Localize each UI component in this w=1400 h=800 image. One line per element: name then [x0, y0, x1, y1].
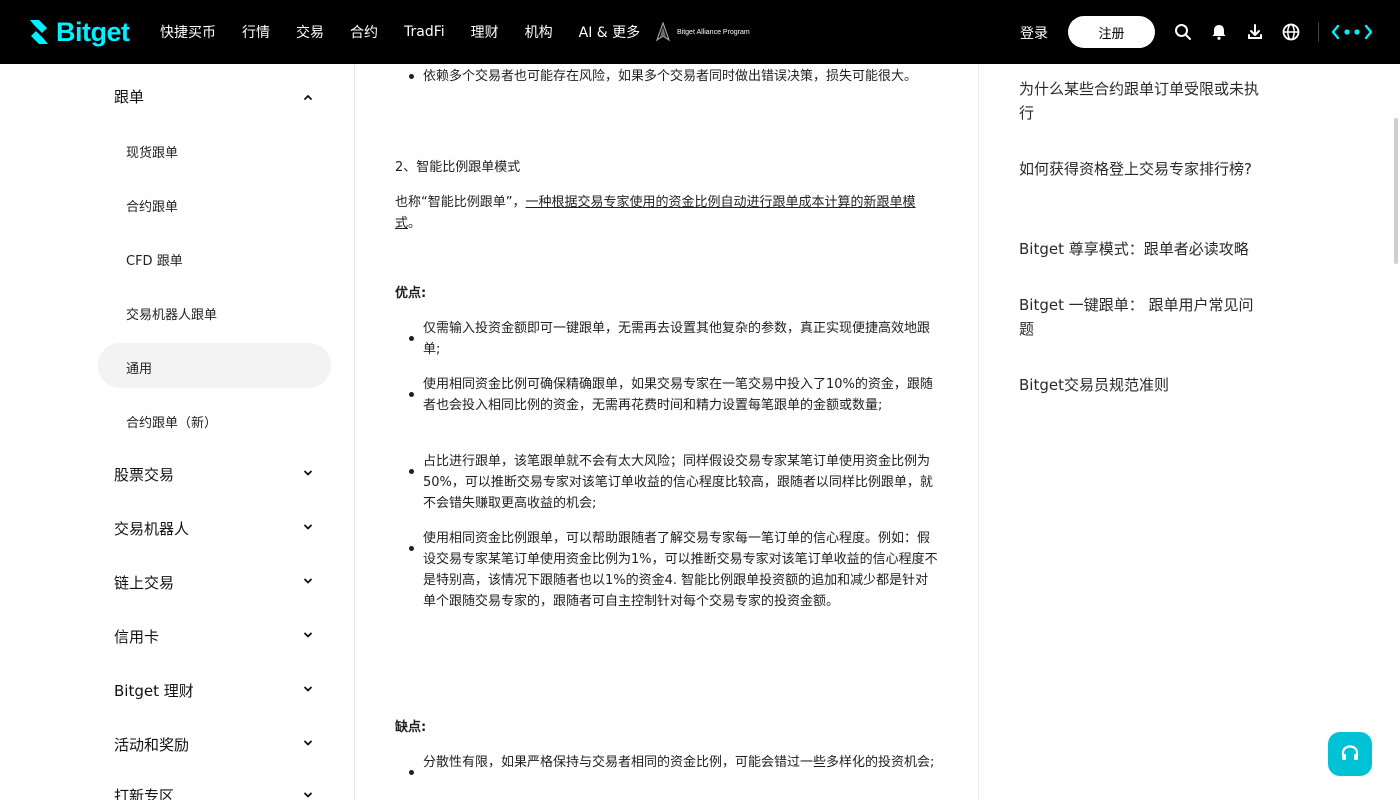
bullet-dot: [409, 546, 414, 551]
mode2-intro-suffix: 。: [408, 216, 422, 231]
sidebar-section-credit-card[interactable]: 信用卡: [114, 626, 159, 647]
sidebar-item-general[interactable]: 通用: [126, 358, 152, 377]
sidebar-item-cfd-copy[interactable]: CFD 跟单: [126, 250, 183, 269]
bitget-logo[interactable]: Bitget: [24, 16, 130, 48]
bullet-dot: [409, 392, 414, 397]
nav-markets[interactable]: 行情: [242, 22, 270, 42]
cons-heading: 缺点:: [395, 720, 427, 735]
nav-institutional[interactable]: 机构: [525, 22, 553, 42]
sidebar-item-futures-copy[interactable]: 合约跟单: [126, 196, 178, 215]
headset-icon: [1341, 745, 1359, 760]
related-article-link[interactable]: 如何获得资格登上交易专家排行榜?: [1019, 157, 1264, 181]
nav-futures[interactable]: 合约: [350, 22, 378, 42]
dots-icon[interactable]: [1332, 24, 1372, 40]
mode2-heading: 2、智能比例跟单模式: [395, 160, 521, 175]
chevron-down-icon[interactable]: [302, 683, 314, 695]
chevron-down-icon[interactable]: [302, 467, 314, 479]
login-link[interactable]: 登录: [1020, 23, 1048, 43]
related-article-link[interactable]: 为什么某些合约跟单订单受限或未执行: [1019, 77, 1264, 125]
sidebar-section-copy-trading[interactable]: 跟单: [114, 86, 144, 107]
related-article-link[interactable]: Bitget 尊享模式：跟单者必读攻略: [1019, 237, 1264, 261]
risk-bullet-text: 依赖多个交易者也可能存在风险，如果多个交易者同时做出错误决策，损失可能很大。: [423, 69, 918, 84]
bell-icon[interactable]: [1209, 22, 1229, 42]
related-article-link[interactable]: Bitget交易员规范准则: [1019, 373, 1264, 397]
chevron-down-icon[interactable]: [302, 629, 314, 641]
mode2-intro-prefix: 也称“智能比例跟单”，: [395, 195, 526, 210]
nav-quick-buy[interactable]: 快捷买币: [160, 22, 216, 42]
sidebar-section-stocks[interactable]: 股票交易: [114, 464, 174, 485]
pros-item-2: 使用相同资金比例可确保精确跟单，如果交易专家在一笔交易中投入了10%的资金，跟随…: [423, 377, 933, 413]
pros-item-1: 仅需输入投资金额即可一键跟单，无需再去设置其他复杂的参数，真正实现便捷高效地跟单…: [423, 321, 931, 357]
cons-item-1: 分散性有限，如果严格保持与交易者相同的资金比例，可能会错过一些多样化的投资机会;: [423, 755, 935, 770]
nav-ai-more[interactable]: AI & 更多: [579, 22, 641, 42]
alliance-program-label: Bitget Alliance Program: [677, 28, 750, 36]
related-article-link[interactable]: Bitget 一键跟单： 跟单用户常见问题: [1019, 293, 1264, 341]
sidebar-section-earn[interactable]: Bitget 理财: [114, 680, 194, 701]
nav-tradfi[interactable]: TradFi: [404, 24, 445, 40]
pros-item-4: 使用相同资金比例跟单，可以帮助跟随者了解交易专家每一笔订单的信心程度。例如：假设…: [423, 531, 938, 609]
chevron-up-icon[interactable]: [302, 91, 314, 103]
globe-icon[interactable]: [1281, 22, 1301, 42]
mode2-intro: 也称“智能比例跟单”，一种根据交易专家使用的资金比例自动进行跟单成本计算的新跟单…: [395, 192, 940, 234]
nav-trade[interactable]: 交易: [296, 22, 324, 42]
bullet-dot: [409, 74, 414, 79]
bitget-logo-icon: [30, 20, 48, 44]
chevron-down-icon[interactable]: [302, 737, 314, 749]
brand-name: Bitget: [56, 16, 130, 47]
sidebar-section-trading-bots[interactable]: 交易机器人: [114, 518, 189, 539]
main-nav: 快捷买币 行情 交易 合约 TradFi 理财 机构 AI & 更多: [160, 0, 666, 64]
sidebar-item-futures-copy-new[interactable]: 合约跟单（新）: [126, 412, 217, 431]
chevron-down-icon[interactable]: [302, 521, 314, 533]
chevron-down-icon[interactable]: [302, 575, 314, 587]
sidebar-section-events-rewards[interactable]: 活动和奖励: [114, 734, 189, 755]
sidebar-section-launchpad[interactable]: 打新专区: [114, 785, 174, 800]
sidebar-item-bot-copy[interactable]: 交易机器人跟单: [126, 304, 217, 323]
register-button[interactable]: 注册: [1068, 16, 1155, 48]
alliance-emblem-icon: [655, 22, 671, 42]
bullet-dot: [409, 469, 414, 474]
pros-item-3: 占比进行跟单，该笔跟单就不会有太大风险；同样假设交易专家某笔订单使用资金比例为5…: [423, 454, 933, 511]
bullet-dot: [409, 336, 414, 341]
sidebar-item-spot-copy[interactable]: 现货跟单: [126, 142, 178, 161]
nav-earn[interactable]: 理财: [471, 22, 499, 42]
header-divider: [1318, 22, 1319, 42]
pros-heading: 优点:: [395, 286, 427, 301]
top-navigation-bar: Bitget 快捷买币 行情 交易 合约 TradFi 理财 机构 AI & 更…: [0, 0, 1400, 64]
bullet-dot: [409, 770, 414, 775]
download-icon[interactable]: [1245, 22, 1265, 42]
alliance-program-banner[interactable]: Bitget Alliance Program: [655, 22, 750, 42]
customer-support-button[interactable]: [1328, 732, 1372, 776]
page-scrollbar[interactable]: [1394, 118, 1398, 264]
search-icon[interactable]: [1173, 22, 1193, 42]
chevron-down-icon[interactable]: [302, 789, 314, 800]
sidebar-section-onchain[interactable]: 链上交易: [114, 572, 174, 593]
